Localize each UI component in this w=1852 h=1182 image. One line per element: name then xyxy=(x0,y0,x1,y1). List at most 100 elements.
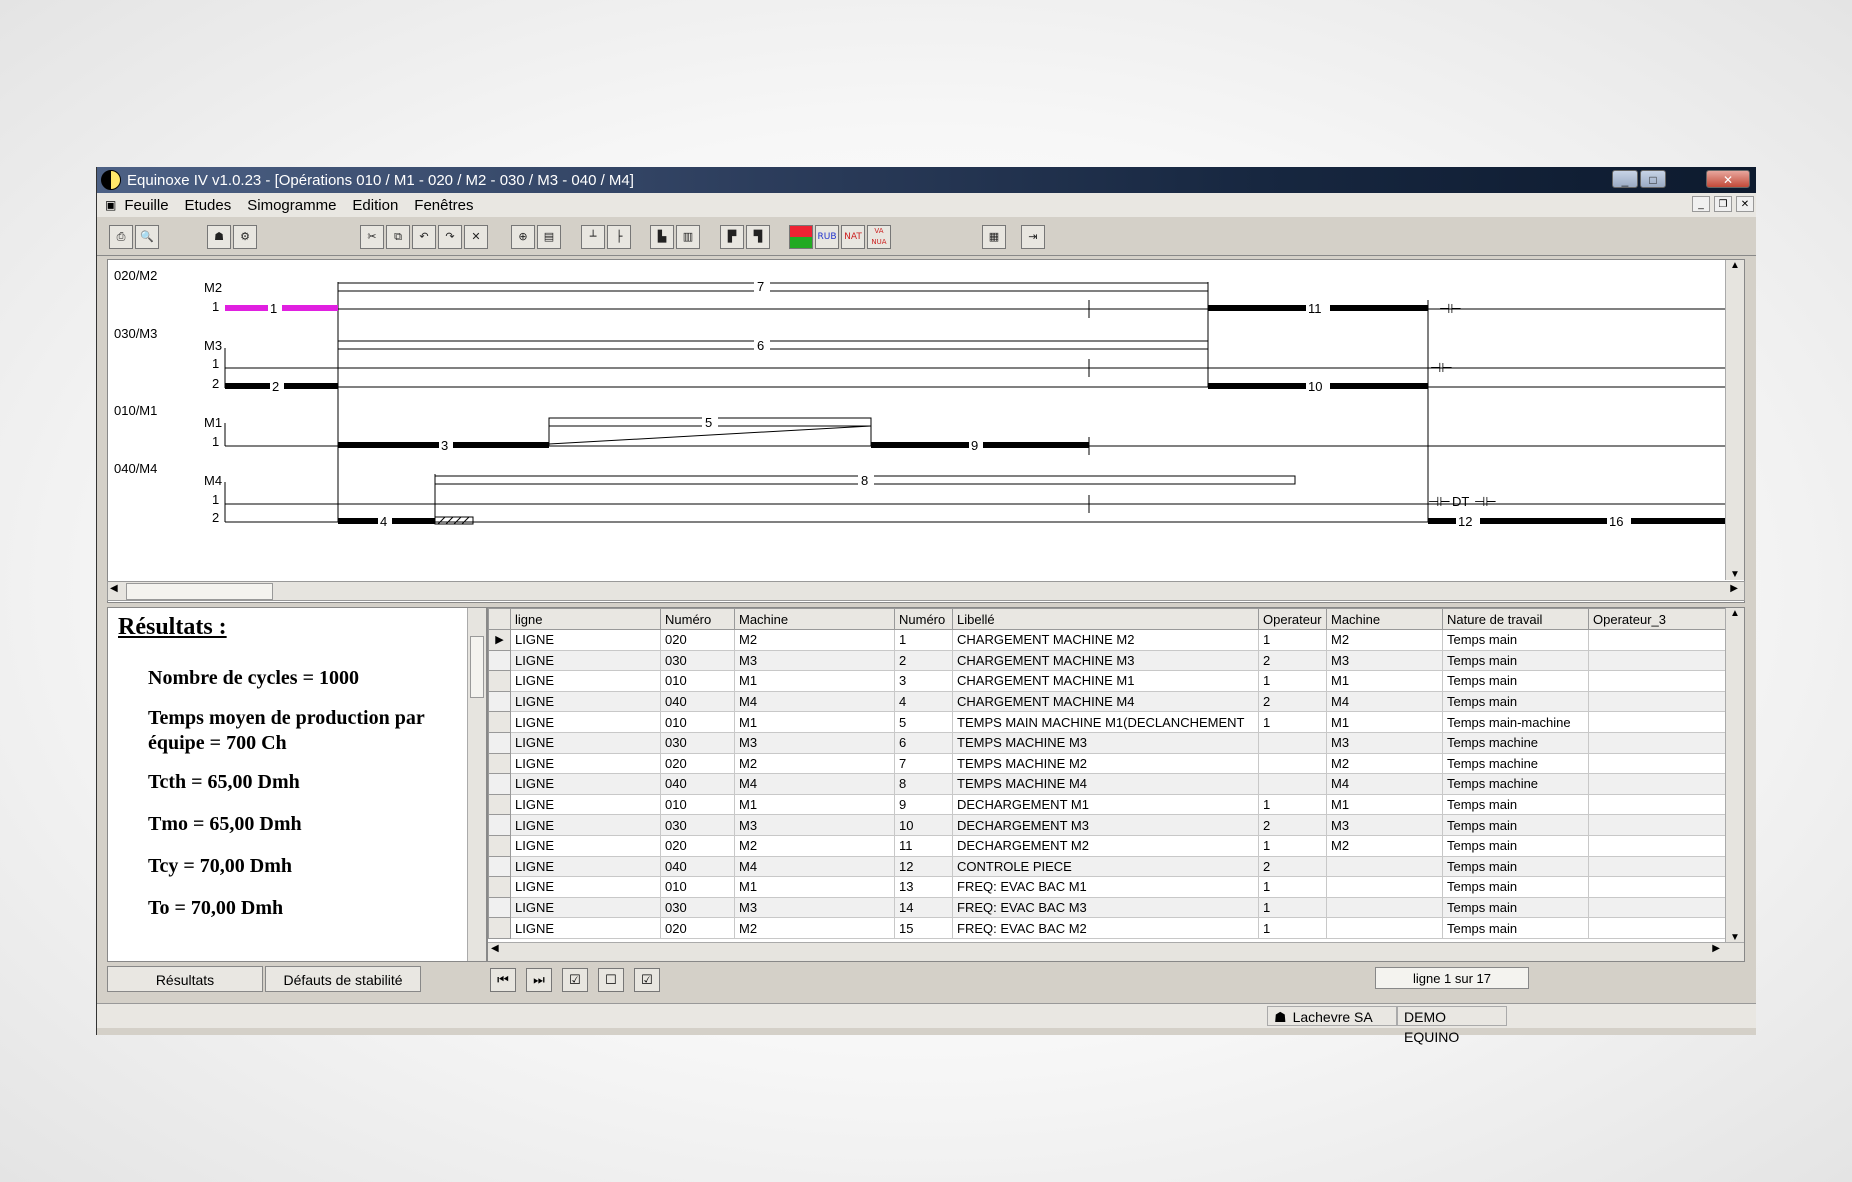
table-row[interactable]: LIGNE 010 M1 9 DECHARGEMENT M1 1 M1 Temps main xyxy=(488,793,1729,816)
cell-operateur[interactable] xyxy=(1258,752,1327,775)
ruler-h-icon[interactable]: ┴ xyxy=(581,225,605,249)
cell-ligne[interactable]: LIGNE xyxy=(510,855,661,878)
cell-machine[interactable]: M1 xyxy=(734,670,895,692)
cell-numero[interactable]: 040 xyxy=(660,773,735,795)
cell-operateur[interactable]: 1 xyxy=(1258,670,1327,692)
cell-nature-travail[interactable]: Temps main xyxy=(1442,629,1589,651)
row-indicator[interactable] xyxy=(488,896,511,919)
redo-icon[interactable]: ↷ xyxy=(438,225,462,249)
cell-operateur-3[interactable] xyxy=(1588,896,1729,919)
minimize-button[interactable]: _ xyxy=(1612,170,1638,188)
row-indicator[interactable] xyxy=(488,670,511,692)
cell-operateur[interactable]: 1 xyxy=(1258,834,1327,857)
cell-ligne[interactable]: LIGNE xyxy=(510,629,661,651)
row-indicator[interactable] xyxy=(488,834,511,857)
cell-numero[interactable]: 030 xyxy=(660,649,735,672)
table-scroll-left-icon[interactable]: ◀ xyxy=(491,943,499,954)
cell-machine[interactable]: M2 xyxy=(734,917,895,939)
cell-machine-2[interactable]: M3 xyxy=(1326,731,1443,754)
cell-machine-2[interactable]: M3 xyxy=(1326,814,1443,836)
cell-machine-2[interactable] xyxy=(1326,855,1443,878)
row-indicator[interactable] xyxy=(488,876,511,898)
cell-machine-2[interactable]: M1 xyxy=(1326,793,1443,816)
cell-machine-2[interactable] xyxy=(1326,917,1443,939)
cell-nature-travail[interactable]: Temps main xyxy=(1442,670,1589,692)
table-row[interactable]: ▶ LIGNE 020 M2 1 CHARGEMENT MACHINE M2 1 M2 Temp… xyxy=(488,629,1729,651)
table-row[interactable]: LIGNE 030 M3 14 FREQ: EVAC BAC M3 1 Temps main xyxy=(488,896,1729,919)
cell-nature-travail[interactable]: Temps main xyxy=(1442,917,1589,939)
cell-ligne[interactable]: LIGNE xyxy=(510,752,661,775)
cell-machine-2[interactable]: M2 xyxy=(1326,752,1443,775)
table-vertical-scrollbar[interactable]: ▲ ▼ xyxy=(1725,608,1744,943)
cell-operateur-3[interactable] xyxy=(1588,711,1729,733)
cell-machine[interactable]: M4 xyxy=(734,690,895,713)
color-icon[interactable] xyxy=(789,225,813,249)
cell-nature-travail[interactable]: Temps main xyxy=(1442,855,1589,878)
cell-numero-op[interactable]: 6 xyxy=(894,731,953,754)
cell-libelle[interactable]: TEMPS MACHINE M2 xyxy=(952,752,1259,775)
cell-machine[interactable]: M2 xyxy=(734,834,895,857)
merge-view-icon[interactable]: ▜ xyxy=(746,225,770,249)
cell-machine[interactable]: M3 xyxy=(734,649,895,672)
cell-operateur[interactable]: 1 xyxy=(1258,876,1327,898)
nua-icon[interactable]: VA NUA xyxy=(867,225,891,249)
cell-operateur-3[interactable] xyxy=(1588,731,1729,754)
header-numero-op[interactable]: Numéro xyxy=(894,608,953,630)
grid-icon[interactable]: ▦ xyxy=(982,225,1006,249)
cell-machine-2[interactable]: M2 xyxy=(1326,834,1443,857)
cell-numero-op[interactable]: 7 xyxy=(894,752,953,775)
cell-machine[interactable]: M1 xyxy=(734,876,895,898)
cell-operateur-3[interactable] xyxy=(1588,793,1729,816)
task-bar-6[interactable] xyxy=(337,340,1209,350)
first-record-button[interactable]: ⏮ xyxy=(490,968,516,992)
cell-libelle[interactable]: FREQ: EVAC BAC M3 xyxy=(952,896,1259,919)
cell-ligne[interactable]: LIGNE xyxy=(510,731,661,754)
row-indicator[interactable] xyxy=(488,814,511,836)
cell-libelle[interactable]: DECHARGEMENT M2 xyxy=(952,834,1259,857)
cell-libelle[interactable]: DECHARGEMENT M1 xyxy=(952,793,1259,816)
properties-icon[interactable]: ▤ xyxy=(537,225,561,249)
cell-operateur[interactable]: 2 xyxy=(1258,690,1327,713)
cell-operateur[interactable]: 1 xyxy=(1258,896,1327,919)
cell-machine[interactable]: M3 xyxy=(734,814,895,836)
table-row[interactable]: LIGNE 040 M4 12 CONTROLE PIECE 2 Temps main xyxy=(488,855,1729,878)
cell-libelle[interactable]: CHARGEMENT MACHINE M4 xyxy=(952,690,1259,713)
table-row[interactable]: LIGNE 030 M3 10 DECHARGEMENT M3 2 M3 Temps main xyxy=(488,814,1729,836)
cell-machine-2[interactable] xyxy=(1326,876,1443,898)
copy-icon[interactable]: ⧉ xyxy=(386,225,410,249)
cell-machine-2[interactable]: M2 xyxy=(1326,629,1443,651)
header-numero[interactable]: Numéro xyxy=(660,608,735,630)
table-row[interactable]: LIGNE 020 M2 11 DECHARGEMENT M2 1 M2 Temps main xyxy=(488,834,1729,857)
cell-operateur[interactable]: 2 xyxy=(1258,814,1327,836)
cell-libelle[interactable]: FREQ: EVAC BAC M1 xyxy=(952,876,1259,898)
cell-numero-op[interactable]: 14 xyxy=(894,896,953,919)
cell-machine-2[interactable]: M1 xyxy=(1326,711,1443,733)
menu-etudes[interactable]: Etudes xyxy=(185,197,232,214)
header-libelle[interactable]: Libellé xyxy=(952,608,1259,630)
cell-numero-op[interactable]: 12 xyxy=(894,855,953,878)
row-indicator[interactable] xyxy=(488,711,511,733)
cell-machine[interactable]: M2 xyxy=(734,752,895,775)
table-horizontal-scrollbar[interactable]: ◀ ▶ xyxy=(488,942,1744,961)
cell-nature-travail[interactable]: Temps machine xyxy=(1442,731,1589,754)
bar-view-icon[interactable]: ▙ xyxy=(650,225,674,249)
print-icon[interactable]: ⎙ xyxy=(109,225,133,249)
close-button[interactable]: ✕ xyxy=(1706,170,1750,188)
cell-libelle[interactable]: CONTROLE PIECE xyxy=(952,855,1259,878)
cell-nature-travail[interactable]: Temps main xyxy=(1442,834,1589,857)
cell-machine-2[interactable]: M1 xyxy=(1326,670,1443,692)
cell-machine[interactable]: M2 xyxy=(734,629,895,651)
cell-operateur[interactable] xyxy=(1258,773,1327,795)
table-row[interactable]: LIGNE 030 M3 6 TEMPS MACHINE M3 M3 Temps machi… xyxy=(488,731,1729,754)
cell-nature-travail[interactable]: Temps main xyxy=(1442,793,1589,816)
tab-resultats[interactable]: Résultats xyxy=(107,966,263,992)
maximize-button[interactable]: □ xyxy=(1640,170,1666,188)
cell-operateur-3[interactable] xyxy=(1588,752,1729,775)
table-row[interactable]: LIGNE 010 M1 3 CHARGEMENT MACHINE M1 1 M1 Temps… xyxy=(488,670,1729,692)
header-machine-2[interactable]: Machine xyxy=(1326,608,1443,630)
cell-numero[interactable]: 010 xyxy=(660,711,735,733)
multi-bar-view-icon[interactable]: ▥ xyxy=(676,225,700,249)
cell-machine-2[interactable]: M4 xyxy=(1326,773,1443,795)
scroll-left-icon[interactable]: ◀ xyxy=(110,583,118,594)
cell-libelle[interactable]: DECHARGEMENT M3 xyxy=(952,814,1259,836)
